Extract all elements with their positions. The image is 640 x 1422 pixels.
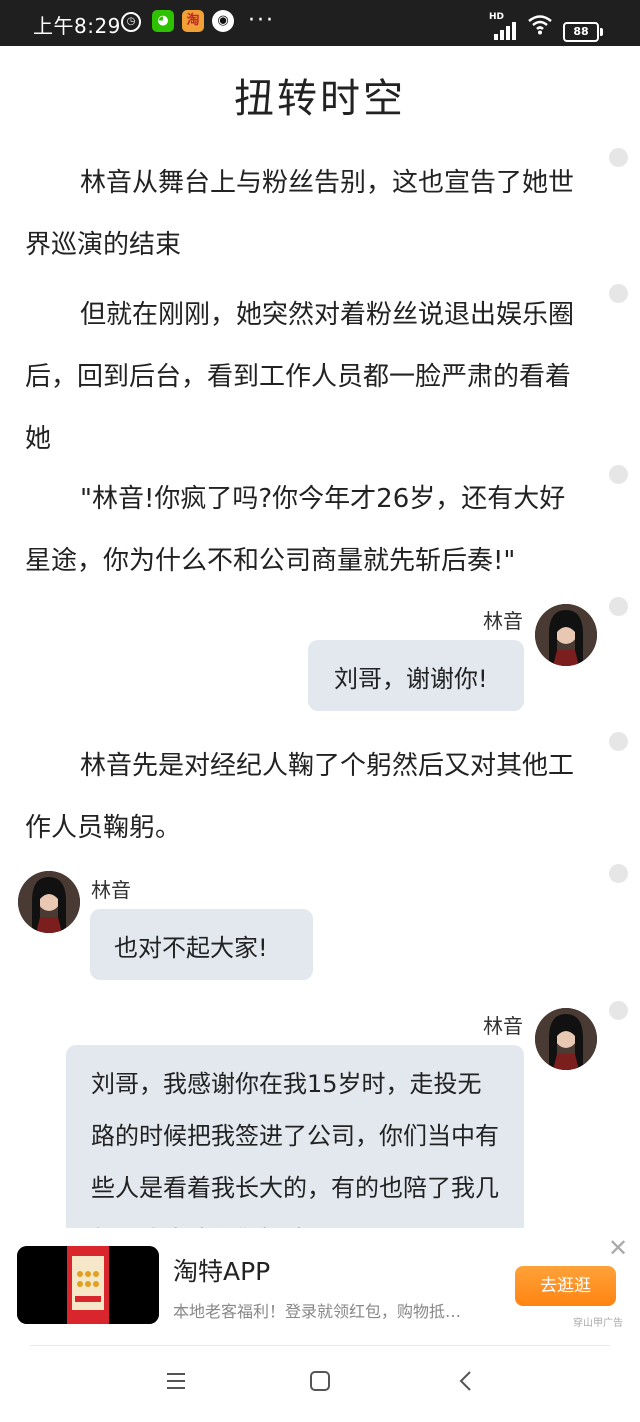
story-paragraph: 林音先是对经纪人鞠了个躬然后又对其他工作人员鞠躬。 <box>25 751 575 843</box>
alarm-icon: ◷ <box>121 12 141 32</box>
dialog-bubble: 刘哥，谢谢你! <box>308 640 524 711</box>
signal-icon <box>494 20 520 40</box>
ad-description[interactable]: 本地老客福利！登录就领红包，购物抵… <box>173 1298 493 1322</box>
paragraph-comment-dot[interactable] <box>609 1001 628 1020</box>
battery-icon: 88 <box>563 22 603 42</box>
paragraph-comment-dot[interactable] <box>609 284 628 303</box>
avatar[interactable] <box>535 604 597 666</box>
system-nav-bar <box>0 1346 640 1422</box>
paragraph-comment-dot[interactable] <box>609 465 628 484</box>
paragraph-comment-dot[interactable] <box>609 864 628 883</box>
paragraph-comment-dot[interactable] <box>609 732 628 751</box>
close-icon[interactable]: ✕ <box>608 1234 628 1262</box>
ad-thumbnail[interactable] <box>17 1246 159 1324</box>
status-time: 上午8:29 <box>33 14 121 38</box>
speaker-name: 林音 <box>91 878 131 902</box>
back-icon[interactable] <box>455 1370 477 1392</box>
status-bar: 上午8:29 ◷ ◕ 淘 ◉ ··· HD 88 <box>0 0 640 46</box>
speaker-name: 林音 <box>483 609 523 633</box>
menu-icon[interactable] <box>165 1370 187 1392</box>
taote-app-icon: 淘 <box>182 10 204 32</box>
chapter-title: 扭转时空 <box>234 76 406 122</box>
story-paragraph: "林音!你疯了吗?你今年才26岁，还有大好星途，你为什么不和公司商量就先斩后奏!… <box>25 484 566 576</box>
avatar[interactable] <box>18 871 80 933</box>
speaker-name: 林音 <box>483 1014 523 1038</box>
home-icon[interactable] <box>309 1370 331 1392</box>
ad-cta-button[interactable]: 去逛逛 <box>515 1266 616 1306</box>
paragraph-comment-dot[interactable] <box>609 148 628 167</box>
wifi-icon <box>528 15 552 35</box>
wechat-icon: ◕ <box>152 10 174 32</box>
avatar[interactable] <box>535 1008 597 1070</box>
dialog-bubble: 也对不起大家! <box>90 909 313 980</box>
story-paragraph: 林音从舞台上与粉丝告别，这也宣告了她世界巡演的结束 <box>25 168 575 260</box>
ad-title[interactable]: 淘特APP <box>173 1252 270 1288</box>
more-notifications-icon: ··· <box>248 8 275 33</box>
story-paragraph: 但就在刚刚，她突然对着粉丝说退出娱乐圈后，回到后台，看到工作人员都一脸严肃的看着… <box>25 300 575 454</box>
dialog-bubble: 刘哥，我感谢你在我15岁时，走投无路的时候把我签进了公司，你们当中有些人是看着我… <box>66 1045 524 1228</box>
paragraph-comment-dot[interactable] <box>609 597 628 616</box>
ad-source-label: 穿山甲广告 <box>573 1318 623 1329</box>
ad-banner[interactable]: 淘特APP 本地老客福利！登录就领红包，购物抵… 去逛逛 ✕ 穿山甲广告 <box>0 1228 640 1343</box>
qq-icon: ◉ <box>212 10 234 32</box>
